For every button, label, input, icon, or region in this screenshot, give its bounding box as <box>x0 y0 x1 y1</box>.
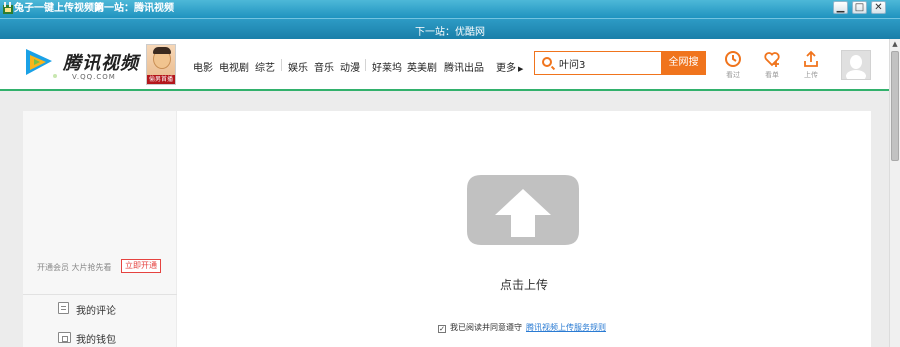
search-box: 全网搜 <box>534 51 706 75</box>
click-upload-label[interactable]: 点击上传 <box>177 276 871 293</box>
window-title: 兔子一键上传视频网 <box>14 3 104 14</box>
watch-history-button[interactable]: 看过 <box>719 50 747 80</box>
nav-music[interactable]: 音乐 <box>314 59 334 74</box>
promo-label: 偷男首播 <box>147 75 175 84</box>
agreement-text: 我已阅读并同意遵守 <box>450 323 522 332</box>
next-site-bar: 下一站：优酷网 <box>0 18 900 39</box>
chevron-right-icon: ▶ <box>518 65 524 73</box>
title-bar: 兔子一键上传视频网 第一站：腾讯视频 ▁ □ ✕ <box>0 0 900 18</box>
default-avatar-icon <box>846 55 866 82</box>
heart-plus-icon <box>764 52 780 67</box>
upload-label: 上传 <box>804 71 818 79</box>
app-window: 兔子一键上传视频网 第一站：腾讯视频 ▁ □ ✕ 下一站：优酷网 腾讯视频 V.… <box>0 0 900 347</box>
nav-divider <box>281 59 282 71</box>
sidebar-item-wallet[interactable]: 我的钱包 <box>76 331 116 346</box>
logo-title[interactable]: 腾讯视频 <box>63 49 139 75</box>
cloud-upload-icon[interactable] <box>467 175 579 245</box>
search-input[interactable] <box>559 55 659 71</box>
nav-entertainment[interactable]: 娱乐 <box>288 59 308 74</box>
terms-link[interactable]: 腾讯视频上传服务规则 <box>526 323 606 332</box>
nav-movies[interactable]: 电影 <box>193 59 213 74</box>
upload-icon <box>804 50 818 67</box>
nav-variety[interactable]: 综艺 <box>255 59 275 74</box>
search-icon <box>542 57 552 67</box>
close-button[interactable]: ✕ <box>871 1 886 14</box>
watch-list-button[interactable]: 看单 <box>758 50 786 80</box>
maximize-button[interactable]: □ <box>852 1 867 14</box>
vip-promo-text: 开通会员 大片抢先看 <box>37 263 112 272</box>
nav-more[interactable]: 更多 ▶ <box>496 59 523 74</box>
upload-panel: 点击上传 ✓ 我已阅读并同意遵守 腾讯视频上传服务规则 <box>177 111 871 347</box>
nav-more-label: 更多 <box>496 63 516 74</box>
history-icon <box>725 51 741 67</box>
minimize-button[interactable]: ▁ <box>833 1 848 14</box>
user-avatar[interactable] <box>841 50 871 82</box>
agreement-row: ✓ 我已阅读并同意遵守 腾讯视频上传服务规则 <box>438 322 606 333</box>
promo-hair-image <box>153 47 171 54</box>
search-all-button[interactable]: 全网搜 <box>661 51 706 75</box>
upload-button[interactable]: 上传 <box>797 50 825 80</box>
watch-list-label: 看单 <box>765 71 779 79</box>
sidebar-divider <box>23 294 177 295</box>
nav-hollywood[interactable]: 好莱坞 <box>372 59 402 74</box>
scroll-thumb[interactable] <box>891 51 899 161</box>
logo-domain: V.QQ.COM <box>72 73 116 81</box>
rabbit-app-icon <box>3 2 13 14</box>
tencent-video-logo-icon[interactable] <box>22 46 62 80</box>
comments-icon <box>58 302 69 314</box>
nav-us-uk-series[interactable]: 英美剧 <box>407 59 437 74</box>
promo-banner[interactable]: 偷男首播 <box>146 44 176 85</box>
sidebar-item-comments[interactable]: 我的评论 <box>76 302 116 317</box>
window-subtitle: 第一站：腾讯视频 <box>94 3 174 14</box>
vip-open-button[interactable]: 立即开通 <box>121 259 161 273</box>
site-header: 腾讯视频 V.QQ.COM 偷男首播 电影 电视剧 综艺 娱乐 音乐 动漫 好莱… <box>0 39 889 89</box>
agreement-checkbox[interactable]: ✓ <box>438 325 446 333</box>
user-sidebar: 开通会员 大片抢先看 立即开通 我的评论 我的钱包 <box>23 111 177 347</box>
nav-tencent-original[interactable]: 腾讯出品 <box>444 59 484 74</box>
nav-anime[interactable]: 动漫 <box>340 59 360 74</box>
watch-history-label: 看过 <box>726 71 740 79</box>
scroll-up-arrow[interactable]: ▲ <box>890 39 900 50</box>
vertical-scrollbar[interactable]: ▲ <box>889 39 900 347</box>
next-site-link[interactable]: 下一站：优酷网 <box>0 23 900 38</box>
nav-tv-series[interactable]: 电视剧 <box>219 59 249 74</box>
nav-divider <box>365 59 366 71</box>
header-accent-line <box>0 89 889 91</box>
wallet-icon <box>58 332 71 343</box>
